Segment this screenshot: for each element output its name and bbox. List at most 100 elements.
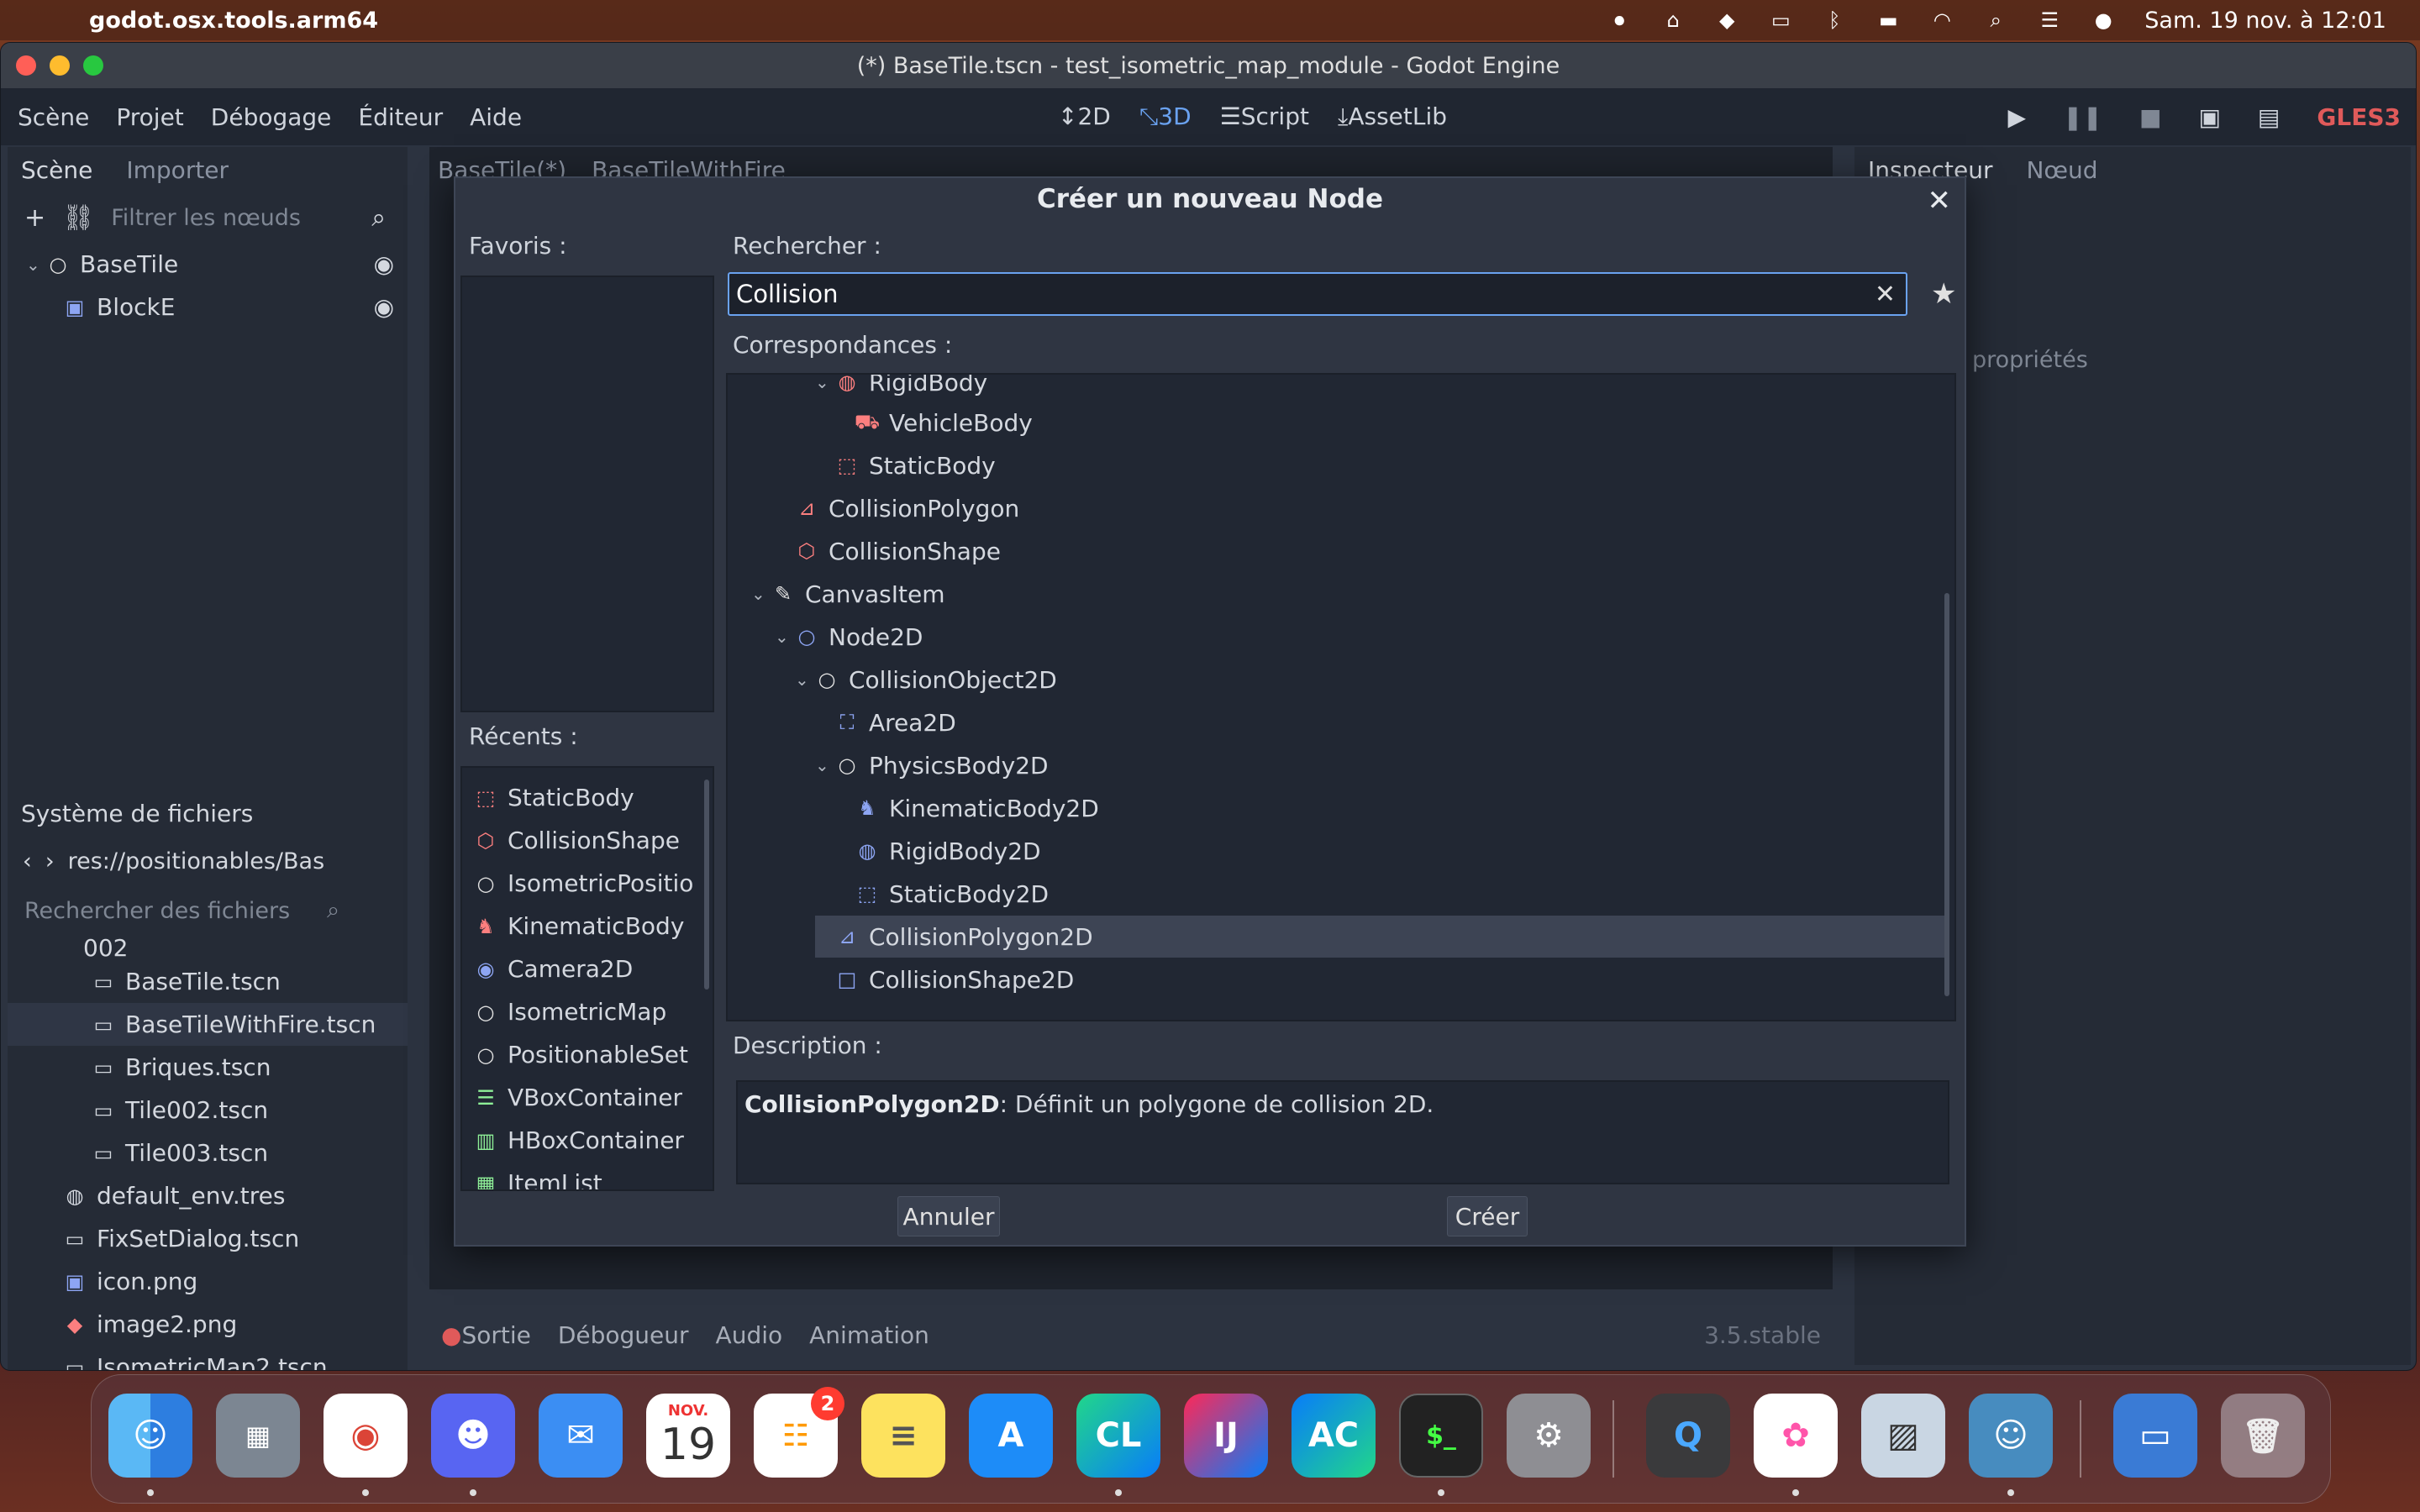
link-icon[interactable]: ⛓	[62, 203, 94, 233]
back-icon[interactable]: ‹	[23, 848, 32, 874]
system-preferences-icon[interactable]: ⚙	[1507, 1394, 1591, 1478]
tab-filesystem[interactable]: Système de fichiers	[21, 800, 253, 827]
record-icon[interactable]: ⏺	[1607, 8, 1632, 33]
discord-icon[interactable]: ☻	[431, 1394, 515, 1478]
file-item[interactable]: ◍ default_env.tres	[8, 1174, 408, 1217]
file-item[interactable]: 002	[8, 935, 408, 960]
minimize-window-button[interactable]	[50, 55, 70, 76]
downloads-folder-icon[interactable]: ▭	[2113, 1394, 2197, 1478]
recent-item-camera2d[interactable]: ◉ Camera2D	[462, 948, 713, 990]
renderer-button[interactable]: GLES3	[2317, 103, 2401, 131]
control-center-icon[interactable]: ☰	[2037, 8, 2062, 33]
file-item[interactable]: ◆ image2.png	[8, 1303, 408, 1346]
file-item[interactable]: ▣ icon.png	[8, 1260, 408, 1303]
menubar-app-name[interactable]: godot.osx.tools.arm64	[89, 8, 378, 34]
recent-item-hboxcontainer[interactable]: ▥ HBoxContainer	[462, 1119, 713, 1162]
chrome-icon[interactable]: ◉	[324, 1394, 408, 1478]
play-custom-scene-icon[interactable]: ▤	[2258, 103, 2280, 131]
filesystem-path[interactable]: res://positionables/Bas	[68, 848, 325, 874]
workspace-script[interactable]: ☰Script	[1220, 102, 1309, 131]
cancel-button[interactable]: Annuler	[897, 1196, 1000, 1236]
play-scene-icon[interactable]: ▣	[2198, 103, 2220, 131]
file-item-selected[interactable]: ▭ BaseTileWithFire.tscn	[8, 1003, 408, 1046]
tab-animation[interactable]: Animation	[809, 1321, 929, 1349]
recent-item-vboxcontainer[interactable]: ☰ VBoxContainer	[462, 1076, 713, 1119]
photos-icon[interactable]: ✿	[1754, 1394, 1838, 1478]
close-window-button[interactable]	[16, 55, 36, 76]
visibility-icon[interactable]: ◉	[374, 250, 394, 278]
file-item[interactable]: ▭ IsometricMap2.tscn	[8, 1346, 408, 1370]
favorites-list[interactable]	[460, 276, 714, 712]
recent-item-itemlist[interactable]: ▦ ItemList	[462, 1162, 713, 1189]
menu-project[interactable]: Projet	[116, 103, 183, 131]
wifi-icon[interactable]: ◠	[1929, 8, 1954, 33]
match-item[interactable]: ⬚ StaticBody2D	[855, 873, 1049, 915]
clion-icon[interactable]: CL	[1076, 1394, 1160, 1478]
collapse-icon[interactable]: ⌄	[26, 255, 46, 275]
scene-node-blocke[interactable]: ▣ BlockE ◉	[8, 286, 408, 328]
tab-scene[interactable]: Scène	[21, 156, 92, 184]
workspace-assetlib[interactable]: ⤓AssetLib	[1338, 102, 1447, 131]
recent-item-isometricpositionable[interactable]: ○ IsometricPositio	[462, 862, 713, 905]
recent-item-collisionshape[interactable]: ⬡ CollisionShape	[462, 819, 713, 862]
property-filter-input[interactable]: propriétés	[1972, 347, 2088, 373]
match-item[interactable]: ⌄ ○ Node2D	[775, 616, 923, 658]
menu-help[interactable]: Aide	[470, 103, 522, 131]
play-icon[interactable]: ▶	[2008, 103, 2027, 131]
match-item[interactable]: ⌄ ◍ RigidBody	[815, 375, 987, 403]
match-item[interactable]: ⛟ VehicleBody	[855, 402, 1033, 444]
intellij-icon[interactable]: IJ	[1184, 1394, 1268, 1478]
menu-editor[interactable]: Éditeur	[358, 103, 443, 131]
screen-mirror-icon[interactable]: ▭	[1768, 8, 1793, 33]
workspace-2d[interactable]: ↕2D	[1058, 102, 1111, 131]
collapse-icon[interactable]: ⌄	[815, 755, 835, 775]
match-item[interactable]: ♞ KinematicBody2D	[855, 787, 1099, 829]
create-button[interactable]: Créer	[1447, 1196, 1528, 1236]
collapse-icon[interactable]: ⌄	[815, 375, 835, 392]
file-item[interactable]: ▭ FixSetDialog.tscn	[8, 1217, 408, 1260]
add-node-icon[interactable]: +	[24, 203, 45, 233]
match-item[interactable]: ⊿ CollisionPolygon	[795, 487, 1019, 529]
file-item[interactable]: ▭ Tile003.tscn	[8, 1131, 408, 1174]
tab-node[interactable]: Nœud	[2026, 156, 2097, 184]
battery-icon[interactable]: ▬	[1876, 8, 1901, 33]
menu-scene[interactable]: Scène	[18, 103, 89, 131]
bluetooth-icon[interactable]: ᛒ	[1822, 8, 1847, 33]
box-icon[interactable]: ◆	[1714, 8, 1739, 33]
forward-icon[interactable]: ›	[45, 848, 55, 874]
trash-icon[interactable]: 🗑	[2221, 1394, 2305, 1478]
match-item[interactable]: ⛶ Area2D	[835, 701, 956, 743]
favorite-star-icon[interactable]: ★	[1931, 277, 1956, 311]
finder-icon[interactable]: ☺	[108, 1394, 192, 1478]
file-item[interactable]: ▭ Briques.tscn	[8, 1046, 408, 1089]
scene-node-basetile[interactable]: ⌄ ○ BaseTile ◉	[8, 243, 408, 286]
file-search-input[interactable]: Rechercher des fichiers	[24, 898, 327, 924]
match-item[interactable]: ⬡ CollisionShape	[795, 530, 1001, 572]
godot-icon[interactable]: ☺	[1969, 1394, 2053, 1478]
collapse-icon[interactable]: ⌄	[751, 584, 771, 604]
notes-icon[interactable]: ≡	[861, 1394, 945, 1478]
quicktime-icon[interactable]: Q	[1646, 1394, 1730, 1478]
reminders-icon[interactable]: ☷ 2	[754, 1387, 844, 1478]
siri-icon[interactable]: ●	[2091, 8, 2116, 33]
launchpad-icon[interactable]: ▦	[216, 1394, 300, 1478]
recent-scrollbar[interactable]	[704, 780, 709, 990]
collapse-icon[interactable]: ⌄	[795, 669, 815, 690]
menu-debug[interactable]: Débogage	[211, 103, 332, 131]
tab-output[interactable]: ●Sortie	[441, 1321, 531, 1349]
mail-icon[interactable]: ✉	[539, 1394, 623, 1478]
file-item[interactable]: ▭ Tile002.tscn	[8, 1089, 408, 1131]
tab-debugger[interactable]: Débogueur	[558, 1321, 689, 1349]
close-icon[interactable]: ✕	[1928, 180, 1952, 222]
match-item[interactable]: ◍ RigidBody2D	[855, 830, 1041, 872]
vpn-icon[interactable]: ⌂	[1660, 8, 1686, 33]
appcode-icon[interactable]: AC	[1292, 1394, 1376, 1478]
matches-scrollbar[interactable]	[1944, 593, 1949, 996]
collapse-icon[interactable]: ⌄	[775, 627, 795, 647]
workspace-3d[interactable]: ⤡3D	[1139, 102, 1192, 131]
search-field[interactable]: ✕	[728, 272, 1907, 316]
match-item[interactable]: □ CollisionShape2D	[815, 958, 1075, 1000]
match-item-selected[interactable]: ⊿ CollisionPolygon2D	[815, 916, 1944, 958]
search-input[interactable]	[729, 280, 1839, 308]
preview-icon[interactable]: ▨	[1861, 1394, 1945, 1478]
